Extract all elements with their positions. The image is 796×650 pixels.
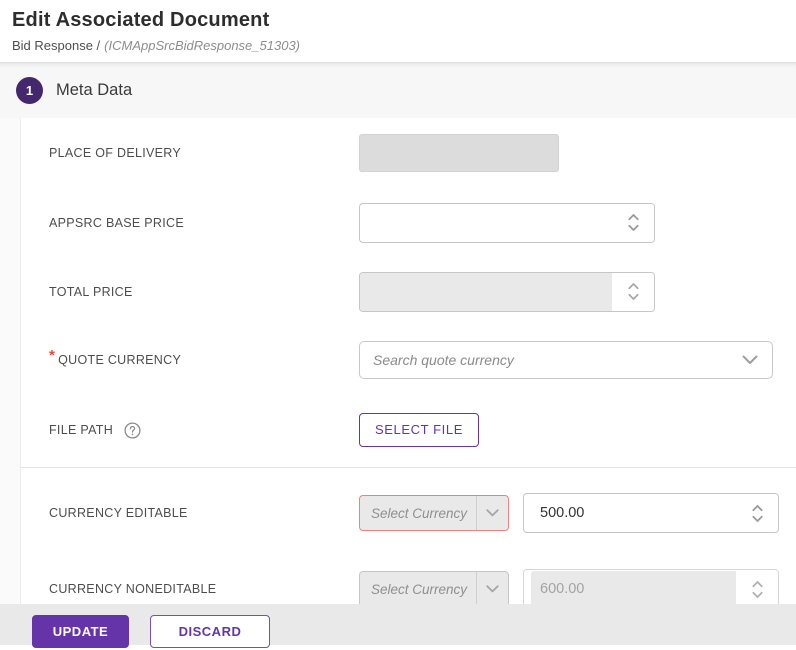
total-price-spinner	[612, 272, 654, 311]
total-price-value	[360, 272, 612, 311]
file-path-label: FILE PATH	[49, 421, 359, 439]
quote-currency-label-text: QUOTE CURRENCY	[58, 352, 182, 367]
currency-noneditable-amount-field	[540, 581, 736, 597]
currency-noneditable-label: CURRENCY NONEDITABLE	[49, 582, 217, 596]
file-path-label-text: FILE PATH	[49, 422, 114, 437]
edit-associated-document-page: Edit Associated Document Bid Response / (…	[0, 0, 796, 650]
appsrc-base-price-field[interactable]	[373, 214, 612, 231]
currency-editable-select-placeholder: Select Currency	[371, 505, 468, 521]
update-button[interactable]: UPDATE	[32, 615, 129, 648]
field-row-place-of-delivery: PLACE OF DELIVERY	[21, 118, 796, 188]
currency-editable-label: CURRENCY EDITABLE	[49, 506, 188, 520]
appsrc-base-price-value[interactable]	[360, 204, 612, 242]
currency-editable-select: Select Currency	[359, 495, 509, 531]
section-title: Meta Data	[56, 81, 133, 99]
appsrc-base-price-input[interactable]	[359, 202, 655, 243]
required-asterisk: *	[49, 347, 56, 364]
currency-noneditable-amount-input	[523, 569, 779, 609]
currency-editable-amount-value[interactable]	[524, 494, 736, 532]
spinner-up-down-icon	[627, 214, 639, 231]
chevron-down-icon	[486, 509, 499, 517]
currency-noneditable-amount-value	[531, 571, 736, 607]
total-price-label: TOTAL PRICE	[49, 284, 133, 299]
appsrc-base-price-label: APPSRC BASE PRICE	[49, 215, 185, 230]
currency-noneditable-select-placeholder: Select Currency	[371, 581, 468, 597]
page-header: Edit Associated Document Bid Response / (…	[0, 0, 796, 62]
place-of-delivery-input	[359, 134, 559, 172]
field-row-file-path: FILE PATH SELECT FILE	[21, 393, 796, 466]
help-question-icon[interactable]	[124, 422, 141, 439]
currency-editable-amount-spinner[interactable]	[736, 494, 778, 532]
chevron-down-icon	[742, 355, 758, 364]
quote-currency-label: * QUOTE CURRENCY	[49, 347, 359, 368]
currency-editable-select-chevron	[477, 496, 508, 530]
step-number-badge: 1	[16, 77, 43, 104]
total-price-field	[373, 283, 612, 300]
form-content: PLACE OF DELIVERY APPSRC BASE PRICE TOTA…	[0, 118, 796, 650]
currency-noneditable-select: Select Currency	[359, 571, 509, 607]
breadcrumb: Bid Response / (ICMAppSrcBidResponse_5130…	[12, 38, 796, 53]
total-price-input	[359, 271, 655, 312]
quote-currency-select[interactable]: Search quote currency	[359, 340, 773, 379]
currency-editable-amount-input[interactable]	[523, 493, 779, 533]
spinner-up-down-icon	[751, 580, 763, 598]
chevron-down-icon	[486, 585, 499, 593]
discard-button[interactable]: DISCARD	[150, 615, 270, 648]
place-of-delivery-label: PLACE OF DELIVERY	[49, 146, 181, 160]
page-title: Edit Associated Document	[12, 9, 270, 31]
breadcrumb-document: (ICMAppSrcBidResponse_51303)	[104, 38, 300, 53]
spinner-up-down-icon	[751, 504, 763, 522]
select-file-button[interactable]: SELECT FILE	[359, 412, 479, 447]
currency-noneditable-select-chevron	[477, 572, 508, 606]
breadcrumb-root[interactable]: Bid Response /	[12, 38, 100, 53]
spinner-up-down-icon	[627, 283, 639, 300]
section-header-meta-data: 1 Meta Data	[0, 62, 796, 118]
currency-editable-amount-field[interactable]	[540, 505, 736, 521]
currency-noneditable-amount-spinner	[736, 570, 778, 608]
appsrc-base-price-spinner[interactable]	[612, 203, 654, 242]
field-row-currency-editable: CURRENCY EDITABLE Select Currency	[21, 475, 796, 551]
field-row-appsrc-base-price: APPSRC BASE PRICE	[21, 188, 796, 257]
meta-data-fields-group: PLACE OF DELIVERY APPSRC BASE PRICE TOTA…	[20, 118, 796, 467]
field-row-total-price: TOTAL PRICE	[21, 257, 796, 326]
quote-currency-placeholder: Search quote currency	[373, 351, 514, 368]
field-row-quote-currency: * QUOTE CURRENCY Search quote currency	[21, 326, 796, 393]
